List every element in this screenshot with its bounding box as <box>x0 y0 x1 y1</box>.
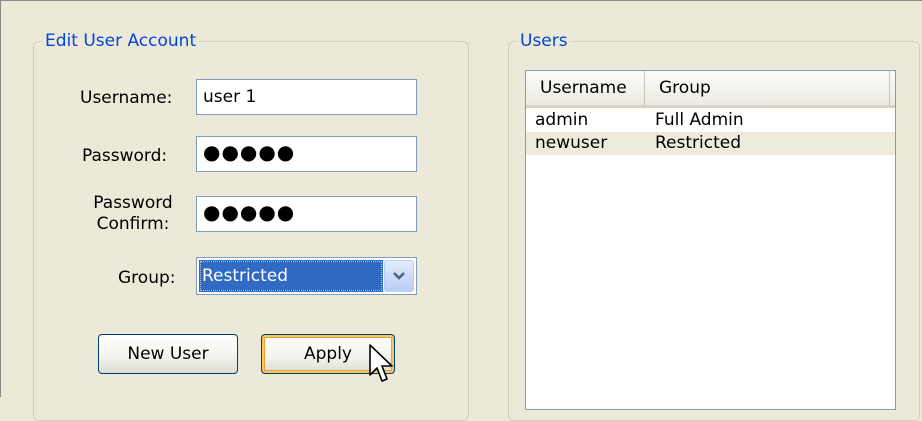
password-confirm-field[interactable]: ●●●●● <box>196 196 417 232</box>
group-select[interactable]: Restricted <box>196 257 417 295</box>
password-label: Password: <box>82 146 168 166</box>
password-confirm-label-line1: Password <box>93 193 173 213</box>
user-group: Full Admin <box>655 110 744 130</box>
user-group: Restricted <box>655 133 742 153</box>
column-header-group[interactable]: Group <box>645 71 890 105</box>
list-item[interactable]: newuser Restricted <box>526 132 895 155</box>
mouse-pointer-icon <box>369 344 393 382</box>
password-field[interactable]: ●●●●● <box>196 136 417 172</box>
group-label: Group: <box>118 268 176 288</box>
users-title: Users <box>517 30 571 52</box>
new-user-button[interactable]: New User <box>98 334 238 374</box>
chevron-down-icon[interactable] <box>384 260 414 292</box>
list-item[interactable]: admin Full Admin <box>526 109 895 132</box>
column-header-username[interactable]: Username <box>526 71 645 105</box>
username-field[interactable]: user 1 <box>196 79 417 115</box>
user-username: newuser <box>535 133 608 153</box>
username-label: Username: <box>80 88 173 108</box>
group-select-value: Restricted <box>199 260 383 292</box>
users-list-header: Username Group <box>526 71 895 108</box>
password-confirm-label-line2: Confirm: <box>96 214 170 234</box>
users-list[interactable]: Username Group admin Full Admin newuser … <box>525 70 896 410</box>
edit-user-account-title: Edit User Account <box>42 30 200 52</box>
user-username: admin <box>535 110 589 130</box>
